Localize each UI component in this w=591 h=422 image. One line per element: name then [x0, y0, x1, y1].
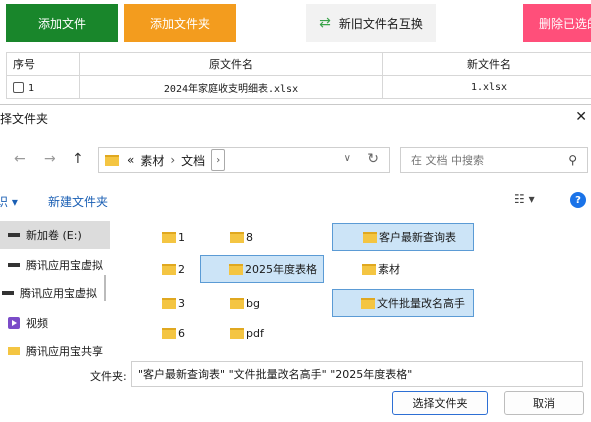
table-row[interactable]: 1 2024年家庭收支明细表.xlsx 1.xlsx	[7, 76, 591, 99]
folder-item[interactable]: bg	[228, 289, 318, 317]
folder-label: 3	[178, 297, 185, 310]
folder-item[interactable]: pdf	[228, 319, 318, 347]
search-input[interactable]	[409, 153, 563, 168]
drive-icon	[2, 291, 14, 295]
swap-names-label: 新旧文件名互换	[339, 15, 423, 32]
nav-item-label: 新加卷 (E:)	[26, 227, 82, 243]
view-options-icon[interactable]: ☷ ▾	[514, 192, 535, 206]
folder-label: 1	[178, 231, 185, 244]
folder-label: 2025年度表格	[245, 261, 317, 277]
folder-icon	[230, 298, 244, 309]
cancel-button[interactable]: 取消	[504, 391, 584, 415]
nav-item-label: 腾讯应用宝虚拟	[20, 285, 97, 301]
nav-item-videos[interactable]: 视频	[0, 309, 110, 337]
drive-icon	[8, 233, 20, 237]
drive-icon	[8, 263, 20, 267]
folder-icon	[162, 298, 176, 309]
folder-label: 2	[178, 263, 185, 276]
nav-item-label: 腾讯应用宝共享	[26, 343, 103, 357]
organize-menu[interactable]: 识 ▾	[0, 193, 18, 210]
folder-item[interactable]: 3	[160, 289, 220, 317]
nav-item-virtual-2[interactable]: 腾讯应用宝虚拟	[0, 279, 104, 307]
folder-icon	[8, 347, 20, 355]
new-folder-button[interactable]: 新建文件夹	[48, 193, 108, 210]
back-arrow-icon[interactable]: ←	[14, 151, 26, 167]
folder-label: 文件批量改名高手	[377, 295, 465, 311]
help-icon[interactable]: ?	[570, 192, 586, 208]
folder-icon	[230, 328, 244, 339]
search-box[interactable]: ⚲	[400, 147, 588, 173]
breadcrumb-documents[interactable]: 文档	[181, 152, 205, 169]
nav-item-shared[interactable]: 腾讯应用宝共享	[0, 337, 110, 357]
folder-item[interactable]: 素材	[360, 255, 450, 283]
row-index: 1	[28, 83, 34, 94]
nav-item-label: 视频	[26, 315, 48, 331]
folder-icon	[361, 298, 375, 309]
folder-label: 6	[178, 327, 185, 340]
swap-icon: ⇄	[319, 15, 331, 31]
folder-item-selected[interactable]: 2025年度表格	[200, 255, 324, 283]
folder-name-input[interactable]: "客户最新查询表" "文件批量改名高手" "2025年度表格"	[131, 361, 583, 387]
folder-label: bg	[246, 297, 260, 310]
table-header-row: 序号 原文件名 新文件名	[7, 53, 591, 76]
folder-icon	[362, 264, 376, 275]
pane-divider[interactable]	[104, 275, 106, 301]
select-folder-button[interactable]: 选择文件夹	[392, 391, 488, 415]
folder-item[interactable]: 6	[160, 319, 220, 347]
row-checkbox[interactable]	[13, 82, 24, 93]
folder-label: 素材	[378, 261, 400, 277]
navigation-bar: ← → ↑ « 素材 › 文档 › ∨ ↻ ⚲	[0, 143, 591, 177]
folder-icon	[162, 264, 176, 275]
breadcrumb-chevron-icon[interactable]: ›	[211, 149, 225, 171]
header-new-name: 新文件名	[383, 53, 591, 76]
folder-item-selected[interactable]: 客户最新查询表	[332, 223, 474, 251]
folder-icon	[230, 232, 244, 243]
close-icon[interactable]: ✕	[575, 109, 587, 125]
folder-icon	[105, 155, 119, 166]
file-table: 序号 原文件名 新文件名 1 2024年家庭收支明细表.xlsx 1.xlsx	[6, 52, 591, 99]
folder-icon	[363, 232, 377, 243]
folder-field-label: 文件夹:	[90, 368, 127, 384]
add-file-button[interactable]: 添加文件	[6, 4, 118, 42]
row-new-name: 1.xlsx	[383, 76, 591, 99]
select-folder-dialog: 择文件夹 ✕ ← → ↑ « 素材 › 文档 › ∨ ↻ ⚲ 识 ▾ 新建文件夹…	[0, 104, 591, 422]
folder-item[interactable]: 8	[228, 223, 318, 251]
folder-list: 1 8 客户最新查询表 2 2025年度表格 素材 3 bg 文件批量改名高手 …	[120, 215, 590, 355]
folder-icon	[162, 328, 176, 339]
row-old-name: 2024年家庭收支明细表.xlsx	[80, 76, 383, 99]
add-folder-button[interactable]: 添加文件夹	[124, 4, 236, 42]
breadcrumb-material[interactable]: 素材	[140, 152, 164, 169]
up-arrow-icon[interactable]: ↑	[72, 151, 84, 167]
folder-label: pdf	[246, 327, 264, 340]
nav-item-label: 腾讯应用宝虚拟	[26, 257, 103, 273]
navigation-pane: 新加卷 (E:) 腾讯应用宝虚拟 腾讯应用宝虚拟 视频 腾讯应用宝共享	[0, 215, 110, 357]
nav-item-virtual-1[interactable]: 腾讯应用宝虚拟	[0, 251, 110, 279]
refresh-icon[interactable]: ↻	[367, 151, 379, 167]
app-toolbar: 添加文件 添加文件夹 ⇄ 新旧文件名互换 删除已选的	[0, 0, 591, 48]
swap-names-button[interactable]: ⇄ 新旧文件名互换	[306, 4, 436, 42]
address-bar[interactable]: « 素材 › 文档 › ∨ ↻	[98, 147, 390, 173]
folder-label: 客户最新查询表	[379, 229, 456, 245]
row-index-cell: 1	[7, 76, 80, 99]
forward-arrow-icon[interactable]: →	[44, 151, 56, 167]
search-icon[interactable]: ⚲	[568, 153, 577, 167]
video-icon	[8, 317, 20, 329]
folder-label: 8	[246, 231, 253, 244]
nav-item-drive-e[interactable]: 新加卷 (E:)	[0, 221, 110, 249]
folder-item[interactable]: 1	[160, 223, 220, 251]
breadcrumb-separator-icon: ›	[170, 153, 175, 167]
folder-icon	[229, 264, 243, 275]
address-prefix: «	[127, 153, 134, 167]
folder-icon	[162, 232, 176, 243]
delete-selected-button[interactable]: 删除已选的	[523, 4, 591, 42]
header-old-name: 原文件名	[80, 53, 383, 76]
folder-item-selected[interactable]: 文件批量改名高手	[332, 289, 474, 317]
chevron-down-icon[interactable]: ∨	[344, 153, 351, 164]
header-index: 序号	[7, 53, 80, 76]
dialog-toolbar: 识 ▾ 新建文件夹 ☷ ▾ ?	[0, 189, 591, 213]
dialog-title: 择文件夹	[0, 105, 48, 133]
